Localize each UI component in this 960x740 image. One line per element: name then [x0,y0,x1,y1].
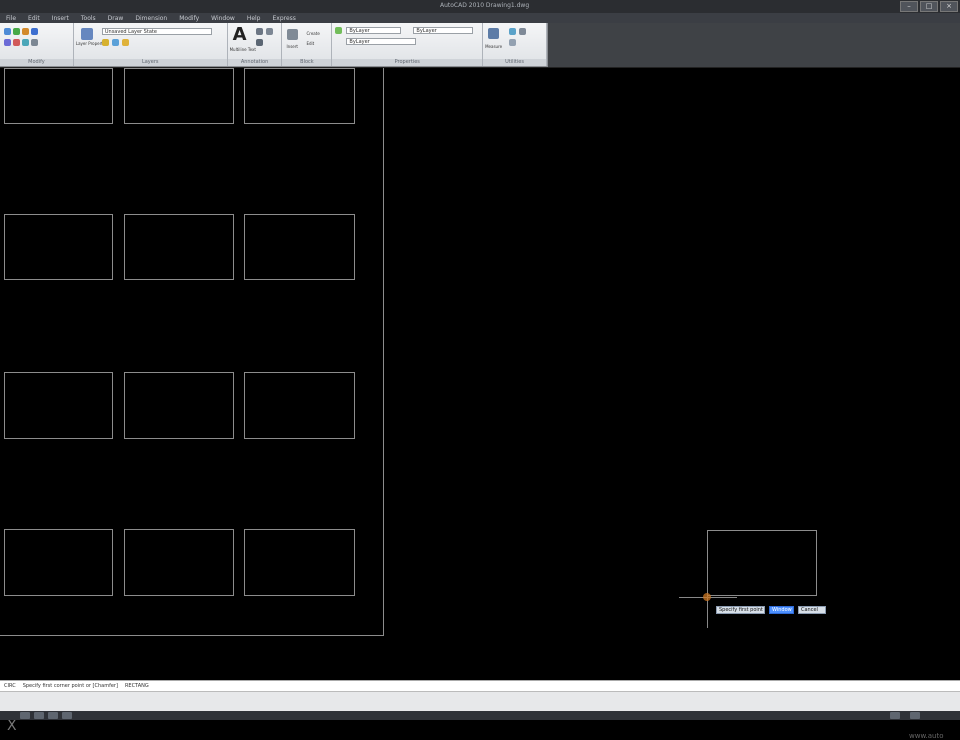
menu-file[interactable]: File [6,15,16,22]
quick-select-icon[interactable] [509,28,517,35]
insert-block-icon[interactable] [287,29,299,40]
menu-draw[interactable]: Draw [108,15,124,22]
menu-help[interactable]: Help [247,15,261,22]
new-rectangle-preview[interactable] [707,530,817,596]
modify-panel: Modify [0,23,74,66]
title-bar: AutoCAD 2010 Drawing1.dwg – □ × [0,0,960,14]
minimize-button[interactable]: – [900,1,918,12]
insert-label: Insert [286,44,298,49]
menu-express[interactable]: Express [273,15,296,22]
taskbar-app-icon[interactable] [20,712,30,719]
site-watermark: www.auto [909,732,944,740]
measure-icon[interactable] [488,28,500,39]
close-button[interactable]: × [940,1,958,12]
dimension-icon[interactable] [255,28,263,35]
command-value: RECTANG [124,683,149,689]
menu-modify[interactable]: Modify [179,15,199,22]
block-panel-label: Block [282,59,332,66]
menu-bar: File Edit Insert Tools Draw Dimension Mo… [0,13,960,23]
room-rectangle[interactable] [244,214,355,280]
ribbon: Modify Layer Properties Unsaved Layer St… [0,23,548,67]
modify-panel-label: Modify [0,59,73,66]
lock-icon[interactable] [121,39,129,46]
id-point-icon[interactable] [509,39,517,46]
annotation-panel-label: Annotation [227,59,282,66]
utilities-panel: Measure Utilities [483,23,547,66]
scale-icon[interactable] [22,39,29,46]
maximize-button[interactable]: □ [920,1,938,12]
taskbar-tray-icon[interactable] [890,712,900,719]
menu-insert[interactable]: Insert [52,15,69,22]
taskbar-app-icon[interactable] [48,712,58,719]
multiline-text-label: Multiline Text [229,47,256,52]
command-message: Specify first corner point or [Chamfer] [22,683,118,689]
properties-panel-label: Properties [332,59,483,66]
utilities-panel-label: Utilities [483,59,546,66]
match-properties-icon[interactable] [335,27,343,34]
window-controls: – □ × [900,1,958,12]
cursor-marker [703,593,711,601]
drawing-canvas[interactable]: Specify first point Window Cancel X www.… [0,68,960,740]
dynamic-input-cancel[interactable]: Cancel [798,606,826,614]
table-icon[interactable] [255,39,263,46]
create-block-label[interactable]: Create [306,31,319,36]
dynamic-input-window[interactable]: Window [769,606,794,614]
layer-state-combo[interactable]: Unsaved Layer State [101,28,212,35]
x-axis-label: X [7,718,17,734]
stretch-icon[interactable] [22,28,29,35]
lineweight-combo[interactable]: ByLayer [346,38,417,45]
room-rectangle[interactable] [124,68,234,124]
leader-icon[interactable] [265,28,273,35]
rotate-icon[interactable] [31,28,38,35]
ribbon-empty-area [548,23,960,67]
menu-window[interactable]: Window [211,15,235,22]
room-rectangle[interactable] [124,529,234,596]
layer-properties-icon[interactable] [80,28,93,40]
taskbar-app-icon[interactable] [34,712,44,719]
annotation-panel: A Multiline Text Annotation [227,23,283,66]
layers-panel-label: Layers [73,59,227,66]
multiline-text-icon[interactable]: A [233,24,247,45]
freeze-icon[interactable] [111,39,119,46]
taskbar-tray-icon[interactable] [910,712,920,719]
window-title: AutoCAD 2010 Drawing1.dwg [440,2,530,9]
distance-icon[interactable] [519,28,527,35]
command-prefix: CIRC [4,683,16,689]
room-rectangle[interactable] [124,214,234,280]
measure-label: Measure [485,44,503,49]
room-rectangle[interactable] [244,372,355,439]
status-bar [0,691,960,711]
light-bulb-icon[interactable] [101,39,109,46]
command-line[interactable]: CIRC Specify first corner point or [Cham… [0,680,960,691]
room-rectangle[interactable] [4,529,113,596]
taskbar-app-icon[interactable] [62,712,72,719]
menu-tools[interactable]: Tools [81,15,96,22]
menu-dimension[interactable]: Dimension [135,15,167,22]
color-combo[interactable]: ByLayer [346,27,402,34]
dynamic-input-prompt: Specify first point [716,606,765,614]
linetype-combo[interactable]: ByLayer [413,27,474,34]
room-rectangle[interactable] [4,372,113,439]
layers-panel: Layer Properties Unsaved Layer State Lay… [73,23,228,66]
mirror-icon[interactable] [4,39,11,46]
menu-edit[interactable]: Edit [28,15,40,22]
properties-panel: ByLayer ByLayer ByLayer Properties [332,23,484,66]
move-icon[interactable] [4,28,11,35]
trim-icon[interactable] [31,39,38,46]
edit-block-label[interactable]: Edit [306,41,314,46]
erase-icon[interactable] [13,39,20,46]
block-panel: Insert Create Edit Block [282,23,333,66]
room-rectangle[interactable] [244,529,355,596]
room-rectangle[interactable] [4,214,113,280]
room-rectangle[interactable] [244,68,355,124]
room-rectangle[interactable] [4,68,113,124]
taskbar [0,711,960,720]
room-rectangle[interactable] [124,372,234,439]
copy-icon[interactable] [13,28,20,35]
